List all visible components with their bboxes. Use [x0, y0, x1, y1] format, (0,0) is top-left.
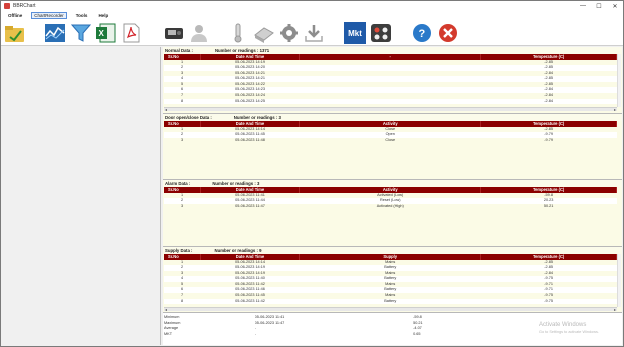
open-folder-icon[interactable]	[4, 22, 26, 44]
help-icon[interactable]: ?	[411, 22, 433, 44]
table-row[interactable]: 8 05-06-2023 14:25 -2.84	[164, 98, 617, 105]
close-window-button[interactable]: ✕	[607, 1, 623, 11]
alarm-data-title: Alarm Data :	[165, 181, 191, 186]
download-icon[interactable]	[303, 22, 325, 44]
table-row[interactable]: 8 05-06-2023 11:42 Battery -9.75	[164, 298, 617, 305]
supply-data-panel: Supply Data : Number or readings : 9 Sr.…	[163, 247, 622, 313]
supply-data-title: Supply Data :	[165, 248, 193, 253]
normal-data-title: Normal Data :	[165, 48, 193, 53]
alarm-data-panel: Alarm Data : Number or readings : 3 Sr.N…	[163, 180, 622, 247]
alarm-data-count: Number or readings : 3	[212, 181, 260, 186]
toolbar: X Mkt ?	[1, 20, 623, 46]
normal-data-panel: Normal Data : Number or readings : 1371 …	[163, 47, 622, 114]
title-bar: BBRChart — ☐ ✕	[1, 1, 623, 11]
eraser-icon[interactable]	[253, 22, 275, 44]
supply-data-count: Number or readings : 9	[214, 248, 262, 253]
table-row[interactable]: 3 05-06-2023 11:48 Close -9.79	[164, 137, 617, 144]
alarm-data-table[interactable]: Sr.No Date And Time Activity Temperature…	[164, 187, 617, 210]
device-reader-icon[interactable]	[163, 22, 185, 44]
mkt-label: Mkt	[348, 28, 362, 38]
supply-data-table[interactable]: Sr.No Date And Time Supply Temperature (…	[164, 254, 617, 305]
door-data-title: Door open/close Data :	[165, 115, 212, 120]
calculator-icon[interactable]	[370, 22, 392, 44]
file-tree-panel[interactable]	[3, 47, 161, 345]
supply-vscrollbar[interactable]	[617, 254, 621, 307]
scroll-right-icon[interactable]: ▸	[614, 307, 616, 312]
door-data-count: Number or readings : 3	[233, 115, 281, 120]
normal-vscrollbar[interactable]	[617, 54, 621, 107]
app-icon	[4, 3, 10, 9]
menu-help[interactable]: Help	[96, 13, 110, 18]
scroll-left-icon[interactable]: ◂	[165, 307, 167, 312]
normal-hscrollbar[interactable]: ◂ ▸	[164, 107, 617, 112]
table-row[interactable]: 3 05-06-2023 11:47 Activated (High) 50.21	[164, 203, 617, 210]
menu-tools[interactable]: Tools	[74, 13, 90, 18]
data-panels: Normal Data : Number or readings : 1371 …	[163, 47, 622, 345]
line-chart-icon[interactable]	[44, 22, 66, 44]
window-title: BBRChart	[13, 3, 36, 9]
normal-data-count: Number or readings : 1371	[214, 48, 270, 53]
menu-chartrecorder[interactable]: ChartRecorder	[31, 12, 67, 19]
user-icon[interactable]	[188, 22, 210, 44]
exit-icon[interactable]	[437, 22, 459, 44]
scroll-left-icon[interactable]: ◂	[165, 107, 167, 112]
settings-gear-icon[interactable]	[278, 22, 300, 44]
excel-export-icon[interactable]: X	[95, 22, 117, 44]
scroll-right-icon[interactable]: ▸	[614, 107, 616, 112]
app-window: BBRChart — ☐ ✕ Offline ChartRecorder Too…	[0, 0, 624, 347]
svg-text:?: ?	[419, 28, 426, 40]
menu-offline[interactable]: Offline	[6, 13, 24, 18]
door-data-table[interactable]: Sr.No Date And Time Activity Temperature…	[164, 121, 617, 144]
activate-windows-watermark: Activate Windows Go to Settings to activ…	[539, 322, 599, 334]
door-data-panel: Door open/close Data : Number or reading…	[163, 114, 622, 180]
supply-hscrollbar[interactable]: ◂ ▸	[164, 307, 617, 312]
thermometer-icon[interactable]	[227, 22, 249, 44]
svg-text:X: X	[99, 29, 105, 38]
maximize-button[interactable]: ☐	[591, 1, 607, 11]
filter-icon[interactable]	[70, 22, 92, 44]
mkt-button[interactable]: Mkt	[344, 22, 366, 44]
menu-bar: Offline ChartRecorder Tools Help	[1, 11, 623, 20]
normal-data-table[interactable]: Sr.No Date And Time - Temperature (C) 10…	[164, 54, 617, 105]
minimize-button[interactable]: —	[575, 1, 591, 11]
pdf-export-icon[interactable]	[120, 22, 142, 44]
